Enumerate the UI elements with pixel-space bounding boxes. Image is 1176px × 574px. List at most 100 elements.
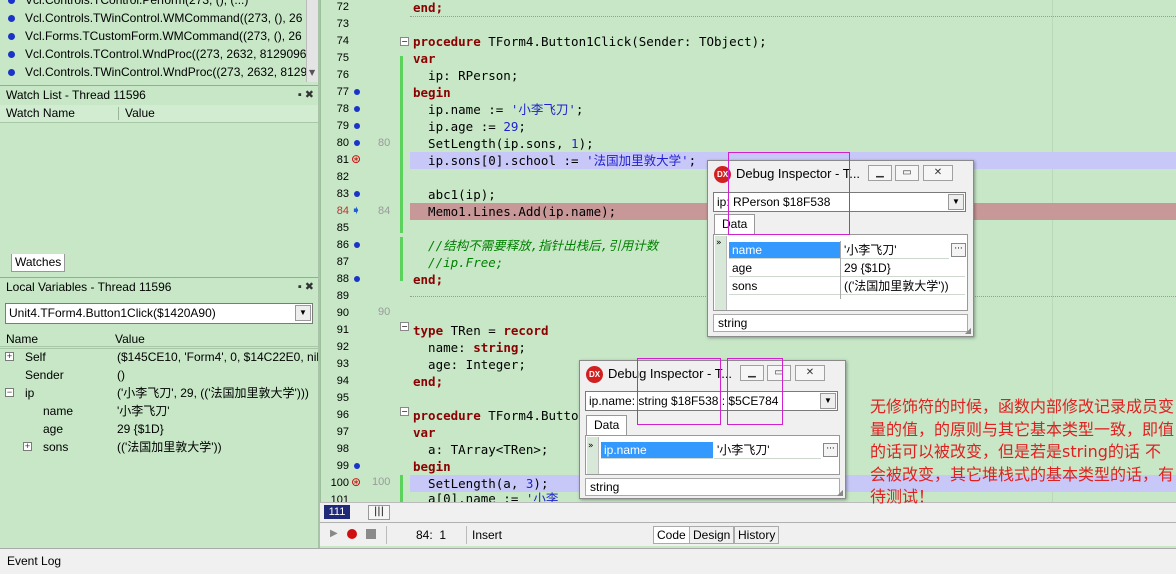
breakpoint-verified-icon[interactable]: ⊛: [351, 153, 361, 166]
code-line[interactable]: begin: [413, 84, 451, 101]
local-var-row[interactable]: + Self ($145CE10, 'Form4', 0, $14C22E0, …: [0, 348, 318, 366]
close-icon[interactable]: ✖: [305, 89, 314, 101]
resize-grip-icon[interactable]: ◢: [965, 326, 971, 335]
code-line[interactable]: procedure TForm4.Butto: [413, 407, 579, 424]
record-icon[interactable]: [347, 529, 357, 539]
call-stack-item[interactable]: Vcl.Controls.TWinControl.WMCommand((273,…: [0, 9, 318, 27]
code-line[interactable]: SetLength(ip.sons, 1);: [413, 135, 594, 152]
code-token: type: [413, 323, 444, 338]
inspector-grid[interactable]: » ip.name '小李飞刀' ···: [585, 435, 840, 475]
local-var-row[interactable]: + sons (('法国加里敦大学')): [0, 438, 318, 456]
compiled-line-dot-icon[interactable]: [354, 191, 360, 197]
field-value[interactable]: '小李飞刀': [714, 442, 821, 459]
maximize-button[interactable]: ▭: [895, 165, 919, 181]
field-name[interactable]: name: [729, 242, 840, 259]
watch-list-body[interactable]: [0, 123, 318, 253]
call-stack-scrollbar[interactable]: ▼: [306, 0, 318, 82]
compiled-line-dot-icon[interactable]: [354, 123, 360, 129]
expand-icon[interactable]: +: [23, 442, 32, 451]
code-line[interactable]: procedure TForm4.Button1Click(Sender: TO…: [413, 33, 767, 50]
tab-watches[interactable]: Watches: [11, 254, 66, 272]
field-name[interactable]: age: [729, 260, 840, 277]
compiled-line-dot-icon[interactable]: [354, 106, 360, 112]
tab-code[interactable]: Code: [653, 526, 690, 544]
fold-icon[interactable]: −: [400, 407, 409, 416]
call-stack-item[interactable]: Vcl.Controls.TWinControl.WndProc((273, 2…: [0, 63, 318, 81]
call-stack-item[interactable]: Vcl.Controls.TControl.Perform(273, (), (…: [0, 0, 318, 9]
local-var-row[interactable]: age 29 {$1D}: [0, 420, 318, 438]
code-line[interactable]: end;: [413, 0, 443, 16]
column-divider[interactable]: [118, 107, 119, 120]
chevron-down-icon[interactable]: ▼: [295, 305, 311, 321]
pin-icon[interactable]: ▪: [298, 89, 302, 101]
pin-icon[interactable]: ▪: [298, 281, 302, 293]
frame-dot-icon: [8, 15, 15, 22]
code-line[interactable]: ip.age := 29;: [413, 118, 526, 135]
field-value[interactable]: '小李飞刀': [841, 242, 949, 259]
collapse-icon[interactable]: −: [5, 388, 14, 397]
compiled-line-dot-icon[interactable]: [354, 242, 360, 248]
column-value[interactable]: Value: [125, 105, 155, 122]
code-line[interactable]: type TRen = record: [413, 322, 548, 339]
fold-icon[interactable]: −: [400, 322, 409, 331]
minimize-button[interactable]: ▁: [868, 165, 892, 181]
code-line[interactable]: name: string;: [413, 339, 526, 356]
code-line[interactable]: ip: RPerson;: [413, 67, 518, 84]
compiled-line-dot-icon[interactable]: [354, 276, 360, 282]
resize-grip-icon[interactable]: ◢: [837, 488, 843, 497]
call-stack-item[interactable]: Vcl.Forms.TCustomForm.WMCommand((273, ()…: [0, 27, 318, 45]
close-icon[interactable]: ✖: [305, 281, 314, 293]
scroll-thumb[interactable]: |||: [368, 505, 390, 520]
code-line[interactable]: //ip.Free;: [413, 254, 503, 271]
code-token: SetLength(a,: [413, 476, 526, 491]
call-stack-item[interactable]: Vcl.Controls.TControl.WndProc((273, 2632…: [0, 45, 318, 63]
code-line[interactable]: ip.sons[0].school := '法国加里敦大学';: [413, 152, 696, 169]
fold-gutter[interactable]: [398, 0, 408, 504]
field-value[interactable]: 29 {$1D}: [841, 260, 965, 277]
code-line[interactable]: age: Integer;: [413, 356, 526, 373]
code-line[interactable]: a: TArray<TRen>;: [413, 441, 548, 458]
field-value[interactable]: (('法国加里敦大学')): [841, 278, 965, 295]
code-line[interactable]: Memo1.Lines.Add(ip.name);: [413, 203, 616, 220]
ellipsis-button[interactable]: ···: [951, 243, 966, 257]
event-log-title[interactable]: Event Log: [7, 554, 61, 568]
ellipsis-button[interactable]: ···: [823, 443, 838, 457]
close-button[interactable]: ✕: [795, 365, 825, 381]
fold-icon[interactable]: −: [400, 37, 409, 46]
compiled-line-dot-icon[interactable]: [354, 89, 360, 95]
code-line[interactable]: //结构不需要释放,指针出栈后,引用计数: [413, 237, 658, 254]
code-line[interactable]: end;: [413, 373, 443, 390]
stop-icon[interactable]: [366, 529, 376, 539]
line-number: 84: [336, 205, 349, 217]
code-line[interactable]: var: [413, 424, 436, 441]
line-number: 72: [336, 1, 349, 13]
scroll-down-icon[interactable]: ▼: [309, 68, 315, 77]
code-line[interactable]: a[0].name := '小李: [413, 490, 558, 502]
tab-history[interactable]: History: [734, 526, 780, 544]
inspector-grid[interactable]: » name '小李飞刀' ··· age 29 {$1D} sons (('法…: [713, 234, 968, 311]
column-watch-name[interactable]: Watch Name: [6, 105, 75, 122]
compiled-line-dot-icon[interactable]: [354, 140, 360, 146]
local-var-row[interactable]: − ip ('小李飞刀', 29, (('法国加里敦大学'))): [0, 384, 318, 402]
code-line[interactable]: abc1(ip);: [413, 186, 496, 203]
local-var-row[interactable]: name '小李飞刀': [0, 402, 318, 420]
annotation-box: [728, 152, 850, 235]
tab-design[interactable]: Design: [689, 526, 735, 544]
chevron-down-icon[interactable]: ▼: [948, 194, 964, 210]
close-button[interactable]: ✕: [923, 165, 953, 181]
code-line[interactable]: ip.name := '小李飞刀';: [413, 101, 583, 118]
breakpoint-verified-icon[interactable]: ⊛: [351, 476, 361, 489]
field-name[interactable]: ip.name: [601, 442, 713, 459]
play-icon[interactable]: ▶: [330, 528, 338, 539]
field-name[interactable]: sons: [729, 278, 840, 295]
tab-data[interactable]: Data: [586, 415, 628, 435]
scope-select[interactable]: Unit4.TForm4.Button1Click($1420A90) ▼: [5, 303, 313, 324]
column-divider[interactable]: [840, 241, 841, 299]
code-line[interactable]: end;: [413, 271, 443, 288]
code-line[interactable]: begin: [413, 458, 451, 475]
compiled-line-dot-icon[interactable]: [354, 463, 360, 469]
code-line[interactable]: var: [413, 50, 436, 67]
local-var-row[interactable]: Sender (): [0, 366, 318, 384]
expand-icon[interactable]: +: [5, 352, 14, 361]
chevron-down-icon[interactable]: ▼: [820, 393, 836, 409]
